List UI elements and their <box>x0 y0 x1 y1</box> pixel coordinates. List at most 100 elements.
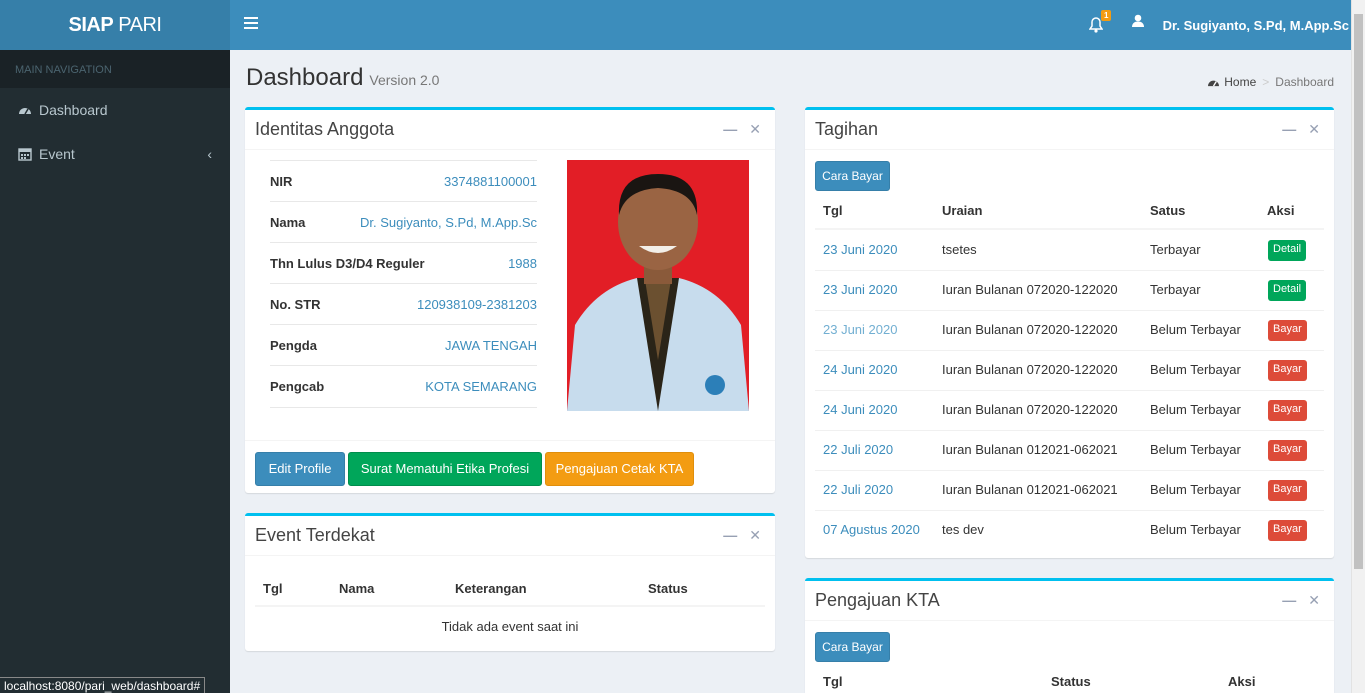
notification-badge: 1 <box>1101 10 1112 21</box>
tgl-link[interactable]: 22 Juli 2020 <box>823 442 893 457</box>
uraian-cell: Iuran Bulanan 072020-122020 <box>942 402 1118 417</box>
identity-row: Pengda JAWA TENGAH <box>270 324 537 365</box>
minimize-icon[interactable]: — <box>1282 592 1296 608</box>
box-title: Tagihan — ✕ <box>805 110 1334 150</box>
identity-value: KOTA SEMARANG <box>425 379 537 394</box>
identity-value: JAWA TENGAH <box>445 338 537 353</box>
dashboard-icon <box>19 108 31 115</box>
table-row: 22 Juli 2020 Iuran Bulanan 012021-062021 B… <box>805 430 1334 471</box>
close-icon[interactable]: ✕ <box>1308 121 1320 137</box>
status-cell: Belum Terbayar <box>1150 482 1241 497</box>
table-row: 23 Juni 2020 Iuran Bulanan 072020-122020 T… <box>805 270 1334 311</box>
status-cell: Terbayar <box>1150 282 1201 297</box>
status-cell: Terbayar <box>1150 242 1201 257</box>
identity-row: Pengcab KOTA SEMARANG <box>270 365 537 406</box>
bayar-button[interactable]: Bayar <box>1268 520 1307 541</box>
identity-value: Dr. Sugiyanto, S.Pd, M.App.Sc <box>359 215 537 230</box>
column-header: Aksi <box>1228 674 1256 689</box>
tgl-link[interactable]: 23 Juni 2020 <box>823 322 897 337</box>
bayar-button[interactable]: Bayar <box>1268 480 1307 501</box>
column-header: Satus <box>1150 203 1186 218</box>
uraian-cell: Iuran Bulanan 072020-122020 <box>942 362 1118 377</box>
empty-message: Tidak ada event saat ini <box>441 619 579 634</box>
column-header: Tgl <box>823 674 843 689</box>
cara-bayar-button[interactable]: Cara Bayar <box>815 632 890 662</box>
sidebar-toggle-icon[interactable] <box>244 17 258 29</box>
tgl-link[interactable]: 23 Juni 2020 <box>823 242 897 257</box>
status-cell: Belum Terbayar <box>1150 522 1241 537</box>
uraian-cell: Iuran Bulanan 012021-062021 <box>942 442 1118 457</box>
cara-bayar-button[interactable]: Cara Bayar <box>815 161 890 191</box>
page-scrollbar[interactable] <box>1351 0 1365 693</box>
member-photo <box>567 160 749 411</box>
bayar-button[interactable]: Bayar <box>1268 360 1307 381</box>
status-cell: Belum Terbayar <box>1150 442 1241 457</box>
pengajuan-kta-box: Pengajuan KTA — ✕ Cara Bayar Tgl Status A… <box>805 578 1334 693</box>
tgl-link[interactable]: 24 Juni 2020 <box>823 402 897 417</box>
close-icon[interactable]: ✕ <box>749 121 761 137</box>
uraian-cell: Iuran Bulanan 072020-122020 <box>942 282 1118 297</box>
uraian-cell: Iuran Bulanan 072020-122020 <box>942 322 1118 337</box>
tagihan-box: Tagihan — ✕ Cara Bayar Tgl Uraian Satus A… <box>805 107 1334 558</box>
status-cell: Belum Terbayar <box>1150 322 1241 337</box>
page-title: Dashboard Version 2.0 <box>246 64 440 91</box>
table-row: 24 Juni 2020 Iuran Bulanan 072020-122020 B… <box>805 390 1334 431</box>
dashboard-icon <box>1208 80 1220 87</box>
sidebar-item-dashboard[interactable]: Dashboard <box>0 88 230 132</box>
status-cell: Belum Terbayar <box>1150 402 1241 417</box>
tgl-link[interactable]: 22 Juli 2020 <box>823 482 893 497</box>
column-header: Tgl <box>263 581 283 596</box>
breadcrumb-home[interactable]: Home <box>1224 75 1256 89</box>
close-icon[interactable]: ✕ <box>1308 592 1320 608</box>
uraian-cell: Iuran Bulanan 012021-062021 <box>942 482 1118 497</box>
bayar-button[interactable]: Bayar <box>1268 320 1307 341</box>
event-terdekat-box: Event Terdekat — ✕ Tgl Nama Keterangan St… <box>245 513 775 651</box>
column-header: Keterangan <box>455 581 527 596</box>
surat-etika-button[interactable]: Surat Mematuhi Etika Profesi <box>348 452 542 486</box>
tgl-link[interactable]: 24 Juni 2020 <box>823 362 897 377</box>
detail-button[interactable]: Detail <box>1268 240 1307 261</box>
detail-button[interactable]: Detail <box>1268 280 1307 301</box>
status-cell: Belum Terbayar <box>1150 362 1241 377</box>
app-logo[interactable]: SIAP PARI <box>0 0 230 50</box>
table-row: 23 Juni 2020 Iuran Bulanan 072020-122020 B… <box>805 310 1334 351</box>
bayar-button[interactable]: Bayar <box>1268 440 1307 461</box>
identity-row: Nama Dr. Sugiyanto, S.Pd, M.App.Sc <box>270 201 537 242</box>
box-title: Identitas Anggota — ✕ <box>245 110 775 150</box>
identity-row: Thn Lulus D3/D4 Reguler 1988 <box>270 242 537 283</box>
identity-label: No. STR <box>270 297 321 312</box>
table-row: 07 Agustus 2020 tes dev Belum Terbayar Baya… <box>805 510 1334 550</box>
minimize-icon[interactable]: — <box>723 527 737 543</box>
identity-value: 120938109-2381203 <box>416 297 537 312</box>
minimize-icon[interactable]: — <box>723 121 737 137</box>
tgl-link[interactable]: 07 Agustus 2020 <box>823 522 920 537</box>
tgl-link[interactable]: 23 Juni 2020 <box>823 282 897 297</box>
edit-profile-button[interactable]: Edit Profile <box>255 452 345 486</box>
uraian-cell: tsetes <box>942 242 977 257</box>
user-menu-name[interactable]: Dr. Sugiyanto, S.Pd, M.App.Sc <box>1163 0 1349 52</box>
table-row: 24 Juni 2020 Iuran Bulanan 072020-122020 B… <box>805 350 1334 391</box>
bayar-button[interactable]: Bayar <box>1268 400 1307 421</box>
box-title: Pengajuan KTA — ✕ <box>805 581 1334 621</box>
box-title: Event Terdekat — ✕ <box>245 516 775 556</box>
sidebar-heading: MAIN NAVIGATION <box>0 50 230 88</box>
minimize-icon[interactable]: — <box>1282 121 1296 137</box>
column-header: Tgl <box>823 203 843 218</box>
column-header: Aksi <box>1267 203 1295 218</box>
identity-value: 3374881100001 <box>443 174 537 189</box>
close-icon[interactable]: ✕ <box>749 527 761 543</box>
column-header: Status <box>648 581 688 596</box>
calendar-icon <box>18 148 32 161</box>
identity-label: NIR <box>270 174 293 189</box>
breadcrumb-current: Dashboard <box>1275 75 1334 89</box>
identity-label: Pengcab <box>270 379 325 394</box>
user-icon[interactable] <box>1132 14 1144 28</box>
cetak-kta-button[interactable]: Pengajuan Cetak KTA <box>545 452 694 486</box>
table-row: 22 Juli 2020 Iuran Bulanan 012021-062021 B… <box>805 470 1334 511</box>
identity-value: 1988 <box>508 256 537 271</box>
identity-label: Pengda <box>270 338 317 353</box>
identity-label: Nama <box>270 215 306 230</box>
sidebar-item-event[interactable]: Event ‹ <box>0 132 230 176</box>
identity-row: No. STR 120938109-2381203 <box>270 283 537 324</box>
column-header: Status <box>1051 674 1091 689</box>
